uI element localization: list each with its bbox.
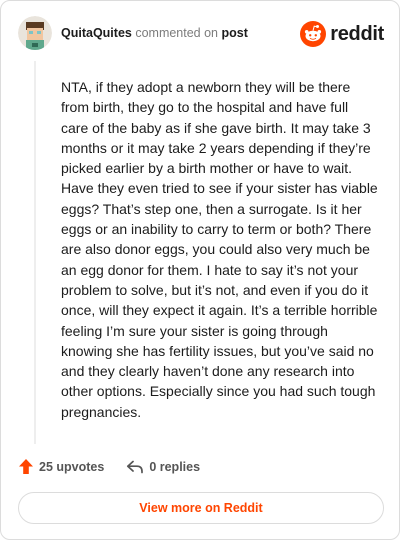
comment-actions: 25 upvotes 0 replies: [18, 458, 200, 475]
comment-embed-card: QuitaQuites commented on post reddit NTA…: [0, 0, 400, 540]
avatar[interactable]: [18, 16, 52, 50]
reddit-wordmark: reddit: [330, 22, 384, 45]
reddit-logo[interactable]: reddit: [300, 21, 384, 47]
post-link[interactable]: post: [222, 26, 248, 40]
username-link[interactable]: QuitaQuites: [61, 26, 132, 40]
reply-arrow-icon: [127, 460, 144, 473]
view-more-button[interactable]: View more on Reddit: [18, 492, 384, 524]
thread-line: [34, 61, 36, 444]
comment-body: NTA, if they adopt a newborn they will b…: [61, 79, 378, 420]
upvote-count: 25 upvotes: [39, 459, 105, 474]
replies-button[interactable]: 0 replies: [126, 460, 200, 474]
reply-count: 0 replies: [149, 459, 201, 474]
reddit-snoo-icon: [300, 21, 327, 47]
commented-on-text: commented on: [135, 26, 219, 40]
upvote-button[interactable]: 25 upvotes: [18, 458, 104, 475]
upvote-arrow-icon: [19, 459, 33, 474]
comment-header: QuitaQuites commented on post: [61, 26, 248, 40]
